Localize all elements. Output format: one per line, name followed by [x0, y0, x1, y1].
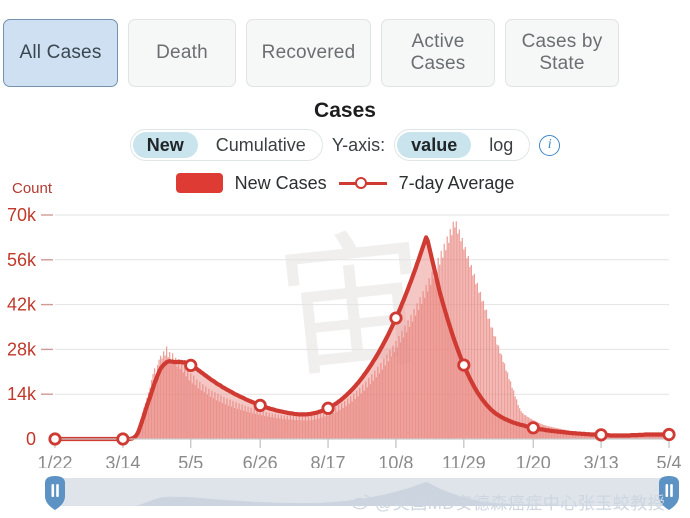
svg-text:3/14: 3/14 [105, 453, 140, 468]
svg-text:8/17: 8/17 [311, 453, 346, 468]
toggle-option-cumulative[interactable]: Cumulative [202, 132, 320, 158]
svg-text:14k: 14k [7, 384, 37, 404]
toggle-option-log[interactable]: log [475, 132, 527, 158]
chart-plot-area: Count 宙 0 14k 28k 42k 56k 70k 1/22 3/14 5/5 6/26 8… [0, 178, 690, 468]
info-circle-icon[interactable]: i [539, 134, 561, 156]
tab-all-cases[interactable]: All Cases [3, 19, 118, 87]
svg-text:42k: 42k [7, 295, 37, 315]
slider-track[interactable] [55, 478, 669, 506]
svg-text:70k: 70k [7, 205, 37, 225]
svg-text:10/8: 10/8 [378, 453, 413, 468]
svg-text:56k: 56k [7, 250, 37, 270]
svg-text:11/29: 11/29 [442, 453, 486, 468]
chart-title: Cases [314, 99, 376, 122]
chart-controls: New Cumulative Y-axis: value log i [0, 128, 690, 162]
tab-active-cases-label: Active Cases [410, 31, 466, 74]
svg-text:28k: 28k [7, 339, 37, 359]
tab-death-label: Death [156, 42, 208, 63]
tab-death[interactable]: Death [128, 19, 236, 87]
svg-text:6/26: 6/26 [243, 453, 278, 468]
svg-text:1/22: 1/22 [37, 453, 72, 468]
date-range-slider[interactable] [45, 476, 679, 510]
toggle-option-new[interactable]: New [132, 132, 198, 158]
range-handle-left[interactable] [42, 474, 68, 512]
tab-active-cases[interactable]: Active Cases [381, 19, 495, 87]
svg-text:1/20: 1/20 [516, 453, 551, 468]
svg-text:3/13: 3/13 [584, 453, 619, 468]
svg-text:5/5: 5/5 [178, 453, 203, 468]
value-log-toggle[interactable]: value log [394, 129, 531, 161]
cases-chart-svg: 0 14k 28k 42k 56k 70k 1/22 3/14 5/5 6/26 8/17 10/8 1… [7, 205, 682, 468]
tab-cases-by-state[interactable]: Cases by State [505, 19, 619, 87]
tab-cases-by-state-label: Cases by State [521, 31, 603, 74]
svg-text:5/4: 5/4 [656, 453, 681, 468]
y-axis-label: Y-axis: [331, 134, 386, 155]
tab-all-cases-label: All Cases [19, 42, 102, 63]
case-category-tabs: All Cases Death Recovered Active Cases C… [0, 19, 690, 87]
new-cumulative-toggle[interactable]: New Cumulative [129, 129, 323, 161]
toggle-option-value[interactable]: value [397, 132, 472, 158]
tab-recovered-label: Recovered [261, 42, 356, 63]
slider-mini-chart [55, 482, 669, 506]
range-handle-right[interactable] [656, 474, 682, 512]
tab-recovered[interactable]: Recovered [246, 19, 371, 87]
svg-text:0: 0 [26, 429, 36, 449]
